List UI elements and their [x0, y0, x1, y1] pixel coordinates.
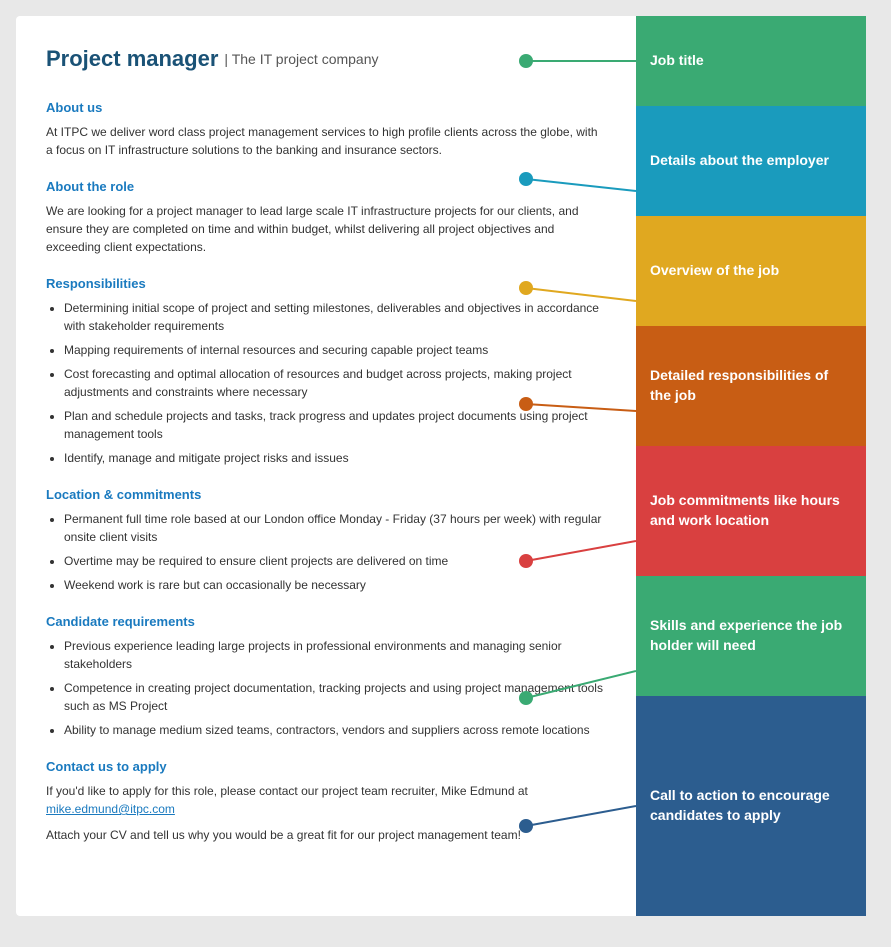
job-company: | The IT project company: [224, 51, 378, 67]
responsibilities-list: Determining initial scope of project and…: [46, 299, 606, 467]
list-item: Ability to manage medium sized teams, co…: [64, 721, 606, 739]
email-link[interactable]: mike.edmund@itpc.com: [46, 802, 175, 816]
list-item: Determining initial scope of project and…: [64, 299, 606, 335]
list-item: Competence in creating project documenta…: [64, 679, 606, 715]
location-section: Location & commitments Permanent full ti…: [46, 487, 606, 594]
skills-annotation-label: Skills and experience the job holder wil…: [650, 616, 852, 655]
contact-heading: Contact us to apply: [46, 759, 606, 774]
list-item: Permanent full time role based at our Lo…: [64, 510, 606, 546]
location-heading: Location & commitments: [46, 487, 606, 502]
about-role-text: We are looking for a project manager to …: [46, 202, 606, 256]
job-title-annotation: Job title: [636, 16, 866, 106]
candidate-heading: Candidate requirements: [46, 614, 606, 629]
list-item: Plan and schedule projects and tasks, tr…: [64, 407, 606, 443]
annotation-panel: Job title Details about the employer Ove…: [636, 16, 866, 916]
commitments-annotation: Job commitments like hours and work loca…: [636, 446, 866, 576]
responsibilities-annotation-label: Detailed responsibilities of the job: [650, 366, 852, 405]
about-us-text: At ITPC we deliver word class project ma…: [46, 123, 606, 159]
skills-annotation: Skills and experience the job holder wil…: [636, 576, 866, 696]
list-item: Cost forecasting and optimal allocation …: [64, 365, 606, 401]
cta-annotation: Call to action to encourage candidates t…: [636, 696, 866, 916]
responsibilities-heading: Responsibilities: [46, 276, 606, 291]
about-us-heading: About us: [46, 100, 606, 115]
list-item: Overtime may be required to ensure clien…: [64, 552, 606, 570]
commitments-annotation-label: Job commitments like hours and work loca…: [650, 491, 852, 530]
job-description-panel: Project manager | The IT project company…: [16, 16, 636, 916]
job-title-annotation-label: Job title: [650, 51, 704, 71]
candidate-section: Candidate requirements Previous experien…: [46, 614, 606, 739]
list-item: Identify, manage and mitigate project ri…: [64, 449, 606, 467]
employer-annotation: Details about the employer: [636, 106, 866, 216]
list-item: Previous experience leading large projec…: [64, 637, 606, 673]
employer-annotation-label: Details about the employer: [650, 151, 829, 171]
about-role-section: About the role We are looking for a proj…: [46, 179, 606, 256]
contact-text-after: Attach your CV and tell us why you would…: [46, 826, 606, 844]
about-us-section: About us At ITPC we deliver word class p…: [46, 100, 606, 159]
contact-section: Contact us to apply If you'd like to app…: [46, 759, 606, 844]
responsibilities-section: Responsibilities Determining initial sco…: [46, 276, 606, 467]
contact-text-before: If you'd like to apply for this role, pl…: [46, 782, 606, 818]
about-role-heading: About the role: [46, 179, 606, 194]
location-list: Permanent full time role based at our Lo…: [46, 510, 606, 594]
list-item: Mapping requirements of internal resourc…: [64, 341, 606, 359]
candidate-list: Previous experience leading large projec…: [46, 637, 606, 739]
responsibilities-annotation: Detailed responsibilities of the job: [636, 326, 866, 446]
list-item: Weekend work is rare but can occasionall…: [64, 576, 606, 594]
overview-annotation-label: Overview of the job: [650, 261, 779, 281]
overview-annotation: Overview of the job: [636, 216, 866, 326]
page-container: Project manager | The IT project company…: [16, 16, 875, 916]
job-title-row: Project manager | The IT project company: [46, 46, 606, 72]
job-title: Project manager: [46, 46, 218, 72]
cta-annotation-label: Call to action to encourage candidates t…: [650, 786, 852, 825]
